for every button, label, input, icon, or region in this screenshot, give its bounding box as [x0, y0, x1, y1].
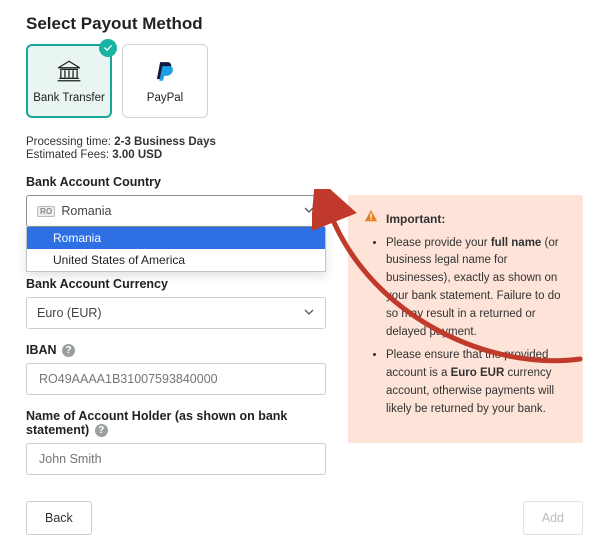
processing-value: 2-3 Business Days: [114, 136, 216, 148]
holder-label: Name of Account Holder (as shown on bank…: [26, 409, 326, 437]
fees-value: 3.00 USD: [112, 149, 162, 161]
alert-line-1: Please provide your full name (or busine…: [386, 235, 567, 342]
currency-select[interactable]: Euro (EUR): [26, 297, 326, 329]
warning-icon: [364, 209, 378, 229]
method-paypal[interactable]: PayPal: [122, 44, 208, 118]
payout-method-row: Bank Transfer PayPal: [26, 44, 583, 118]
country-select-value: Romania: [61, 204, 111, 218]
meta-block: Processing time: 2-3 Business Days Estim…: [26, 136, 583, 161]
holder-field-wrap: [26, 443, 326, 475]
iban-label: IBAN ?: [26, 343, 326, 357]
fees-key: Estimated Fees:: [26, 149, 109, 161]
iban-input[interactable]: [37, 371, 315, 387]
paypal-icon: [152, 59, 178, 86]
country-select[interactable]: RO Romania: [26, 195, 326, 227]
back-button[interactable]: Back: [26, 501, 92, 535]
country-select-wrap: RO Romania Romania United States of Amer…: [26, 195, 326, 227]
alert-line-2: Please ensure that the provided account …: [386, 347, 567, 418]
check-icon: [99, 39, 117, 57]
holder-input[interactable]: [37, 451, 315, 467]
important-alert: Important: Please provide your full name…: [348, 195, 583, 443]
currency-select-value: Euro (EUR): [37, 306, 102, 320]
page-title: Select Payout Method: [26, 14, 583, 34]
flag-icon: RO: [37, 206, 55, 217]
add-button[interactable]: Add: [523, 501, 583, 535]
alert-title: Important:: [386, 210, 445, 229]
chevron-down-icon: [303, 204, 315, 219]
currency-label: Bank Account Currency: [26, 277, 326, 291]
method-label: PayPal: [147, 92, 183, 104]
bank-icon: [56, 59, 82, 86]
processing-key: Processing time:: [26, 136, 111, 148]
method-label: Bank Transfer: [33, 92, 105, 104]
country-label: Bank Account Country: [26, 175, 583, 189]
help-icon[interactable]: ?: [95, 424, 108, 437]
country-dropdown: Romania United States of America: [26, 227, 326, 272]
help-icon[interactable]: ?: [62, 344, 75, 357]
method-bank-transfer[interactable]: Bank Transfer: [26, 44, 112, 118]
iban-field-wrap: [26, 363, 326, 395]
country-option-usa[interactable]: United States of America: [27, 249, 325, 271]
country-option-romania[interactable]: Romania: [27, 227, 325, 249]
footer-row: Back Add: [26, 501, 583, 535]
chevron-down-icon: [303, 306, 315, 321]
